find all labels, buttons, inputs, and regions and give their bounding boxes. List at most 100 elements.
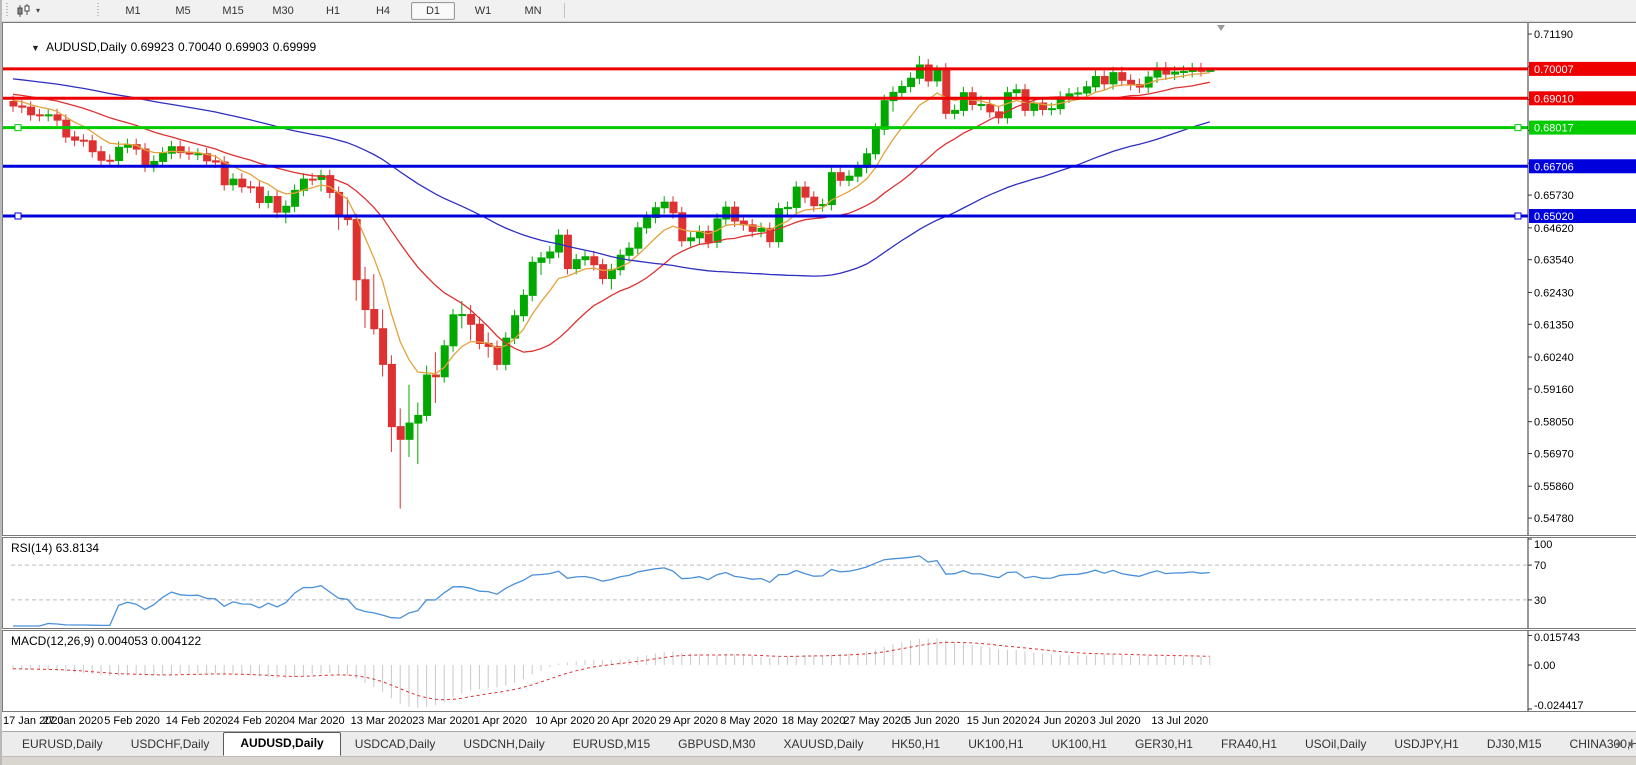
toolbar-grip[interactable] bbox=[5, 3, 10, 18]
price-tick-label: 0.61350 bbox=[1534, 319, 1574, 331]
tab-GBPUSD-M30[interactable]: GBPUSD,M30 bbox=[664, 734, 769, 756]
candle-body bbox=[336, 192, 343, 215]
candle-body bbox=[371, 310, 378, 329]
date-label: 29 Apr 2020 bbox=[659, 715, 718, 727]
chart-tab-bar: EURUSD,DailyUSDCHF,DailyAUDUSD,DailyUSDC… bbox=[2, 731, 1636, 765]
main-chart-panel: ▼AUDUSD,Daily0.699230.700400.699030.6999… bbox=[2, 22, 1636, 536]
candle-body bbox=[1075, 93, 1082, 94]
candle-body bbox=[309, 179, 316, 180]
timeframe-button-H4[interactable]: H4 bbox=[361, 2, 405, 20]
price-tick-label: 0.71190 bbox=[1534, 29, 1573, 41]
price-tick-label: 0.62430 bbox=[1534, 287, 1574, 299]
macd-tick-label: -0.024417 bbox=[1534, 700, 1584, 711]
timeframe-button-D1[interactable]: D1 bbox=[411, 2, 455, 20]
candle-body bbox=[908, 78, 915, 86]
line-handle[interactable] bbox=[15, 125, 21, 131]
chart-tabs: EURUSD,DailyUSDCHF,DailyAUDUSD,DailyUSDC… bbox=[2, 732, 1636, 757]
tab-USDCHF-Daily[interactable]: USDCHF,Daily bbox=[117, 734, 224, 756]
tab-UK100-H1[interactable]: UK100,H1 bbox=[1038, 734, 1121, 756]
candle-body bbox=[952, 110, 959, 113]
tab-XAUUSD-Daily[interactable]: XAUUSD,Daily bbox=[769, 734, 877, 756]
candle-body bbox=[1013, 90, 1020, 93]
price-line-tag-label: 0.70007 bbox=[1534, 64, 1574, 76]
macd-canvas[interactable]: 0.0157430.00-0.024417 bbox=[3, 631, 1636, 711]
tab-USDJPY-H1[interactable]: USDJPY,H1 bbox=[1380, 734, 1472, 756]
time-axis[interactable]: 17 Jan 202027 Jan 20205 Feb 202014 Feb 2… bbox=[2, 712, 1636, 731]
price-axis[interactable]: 0.711900.700800.689700.679200.668100.657… bbox=[1528, 29, 1636, 525]
candle-body bbox=[626, 248, 633, 255]
line-handle[interactable] bbox=[15, 213, 21, 219]
candle-body bbox=[635, 228, 642, 248]
chart-shift-marker-icon[interactable] bbox=[1217, 25, 1225, 31]
candle-body bbox=[72, 137, 79, 140]
tab-scroll-right-icon[interactable]: ▸ bbox=[1628, 737, 1634, 750]
tab-DJ30-M15[interactable]: DJ30,M15 bbox=[1473, 734, 1556, 756]
timeframe-button-M15[interactable]: M15 bbox=[211, 2, 255, 20]
tab-UK100-H1[interactable]: UK100,H1 bbox=[954, 734, 1037, 756]
candle-body bbox=[846, 176, 853, 180]
candle-body bbox=[89, 141, 96, 152]
candle-body bbox=[248, 187, 255, 188]
candle-body bbox=[916, 65, 923, 78]
chevron-down-icon: ▾ bbox=[36, 6, 40, 15]
date-label: 4 Mar 2020 bbox=[289, 715, 345, 727]
toolbar-grip-2[interactable] bbox=[96, 3, 101, 18]
price-line-tag-label: 0.66706 bbox=[1534, 161, 1574, 173]
price-tick-label: 0.60240 bbox=[1534, 352, 1574, 364]
tab-scroll-left-icon[interactable]: ◂ bbox=[1615, 737, 1621, 750]
timeframe-button-M5[interactable]: M5 bbox=[161, 2, 205, 20]
candle-body bbox=[283, 206, 290, 212]
tab-EURUSD-Daily[interactable]: EURUSD,Daily bbox=[8, 734, 117, 756]
toolbar-separator bbox=[564, 3, 565, 18]
date-label: 24 Feb 2020 bbox=[227, 715, 289, 727]
price-line-tag-label: 0.69010 bbox=[1534, 93, 1574, 105]
line-handle[interactable] bbox=[1515, 125, 1521, 131]
candle-body bbox=[1101, 76, 1108, 83]
timeframe-button-H1[interactable]: H1 bbox=[311, 2, 355, 20]
tab-USOil-Daily[interactable]: USOil,Daily bbox=[1291, 734, 1380, 756]
main-chart-canvas[interactable]: 0.711900.700800.689700.679200.668100.657… bbox=[3, 23, 1636, 535]
tab-GER30-H1[interactable]: GER30,H1 bbox=[1121, 734, 1207, 756]
line-handle[interactable] bbox=[1515, 213, 1521, 219]
candle-body bbox=[415, 415, 422, 423]
ma-line-55 bbox=[13, 79, 1210, 276]
candle-body bbox=[1004, 93, 1011, 118]
candle-body bbox=[459, 315, 466, 316]
macd-tick-label: 0.015743 bbox=[1534, 632, 1580, 644]
date-label: 18 May 2020 bbox=[782, 715, 846, 727]
tab-HK50-H1[interactable]: HK50,H1 bbox=[878, 734, 955, 756]
timeframe-button-M30[interactable]: M30 bbox=[261, 2, 305, 20]
candle-body bbox=[934, 69, 941, 81]
rsi-canvas[interactable]: 1007030 bbox=[3, 538, 1636, 628]
rsi-line bbox=[13, 556, 1210, 626]
candle-body bbox=[432, 375, 439, 377]
candle-body bbox=[424, 375, 431, 415]
price-tick-label: 0.63540 bbox=[1534, 255, 1574, 267]
price-tick-label: 0.54780 bbox=[1534, 513, 1574, 525]
timeframe-button-M1[interactable]: M1 bbox=[111, 2, 155, 20]
tab-USDCAD-Daily[interactable]: USDCAD,Daily bbox=[341, 734, 450, 756]
timeframe-button-MN[interactable]: MN bbox=[511, 2, 555, 20]
price-line-tag-label: 0.68017 bbox=[1534, 123, 1574, 135]
tab-EURUSD-M15[interactable]: EURUSD,M15 bbox=[559, 734, 664, 756]
chart-symbol-label: AUDUSD,Daily bbox=[46, 40, 127, 54]
candle-body bbox=[468, 315, 475, 325]
candle-body bbox=[925, 65, 932, 81]
tab-AUDUSD-Daily[interactable]: AUDUSD,Daily bbox=[223, 732, 340, 756]
macd-signal-line bbox=[13, 642, 1210, 699]
tab-FRA40-H1[interactable]: FRA40,H1 bbox=[1207, 734, 1291, 756]
candle-body bbox=[784, 207, 791, 208]
candle-body bbox=[732, 207, 739, 221]
symbol-dropdown-caret[interactable]: ▼ bbox=[31, 43, 40, 53]
candle-body bbox=[608, 270, 615, 279]
candle-body bbox=[1022, 90, 1029, 111]
timeframe-toolbar: ▾ M1 M5 M15 M30 H1 H4 D1 W1 MN bbox=[2, 0, 1636, 22]
macd-label: MACD(12,26,9) 0.004053 0.004122 bbox=[11, 634, 201, 648]
tab-USDCNH-Daily[interactable]: USDCNH,Daily bbox=[449, 734, 558, 756]
timeframe-button-W1[interactable]: W1 bbox=[461, 2, 505, 20]
candle-body bbox=[142, 149, 149, 166]
price-line-tag-label: 0.65020 bbox=[1534, 211, 1574, 223]
candle-body bbox=[1084, 87, 1091, 93]
chart-type-button[interactable]: ▾ bbox=[13, 1, 44, 20]
date-label: 27 Jan 2020 bbox=[43, 715, 104, 727]
